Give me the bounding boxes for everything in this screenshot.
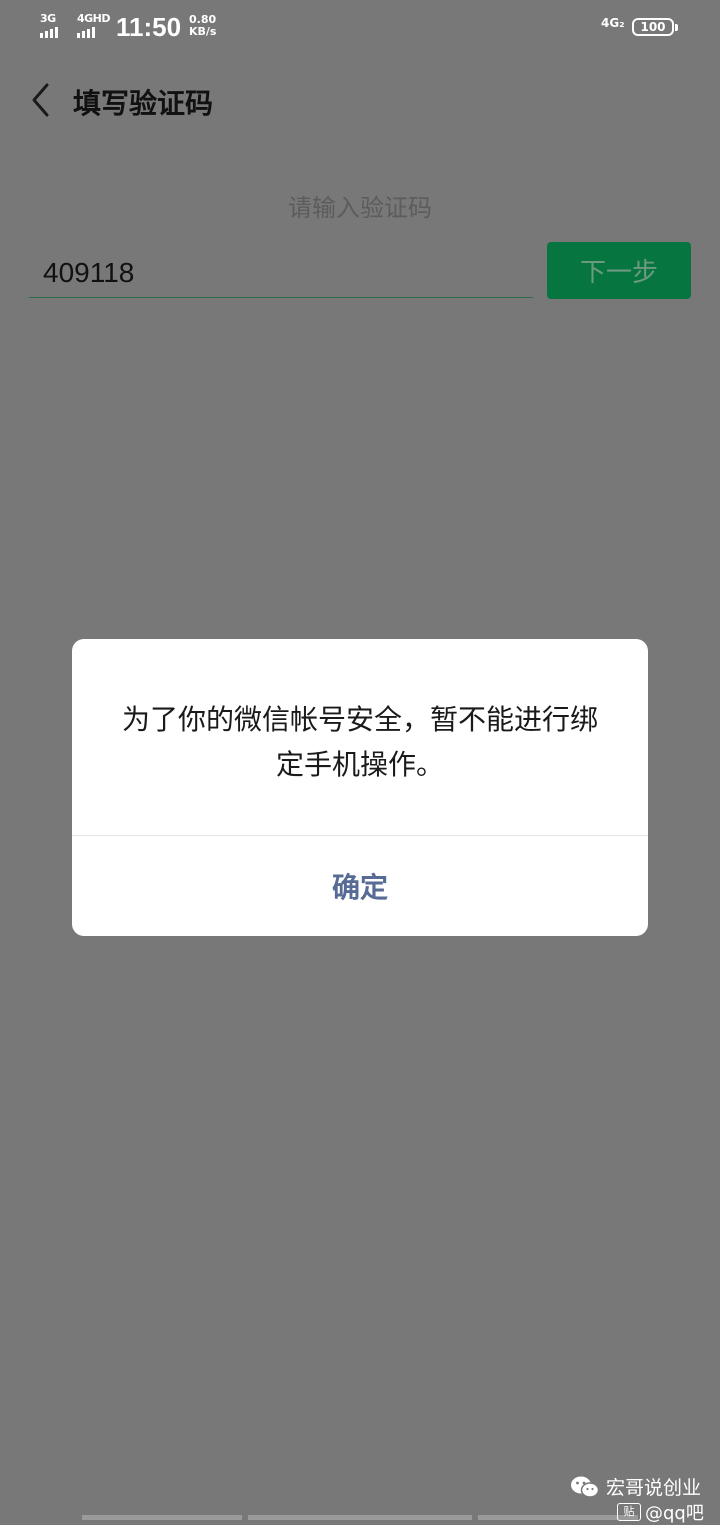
alert-dialog: 为了你的微信帐号安全，暂不能进行绑定手机操作。 确定 bbox=[72, 639, 648, 936]
tieba-icon: 贴 bbox=[617, 1503, 641, 1521]
network-type: 4G₂ bbox=[601, 16, 625, 30]
status-bar: 3G 4GHD 11:50 0.80 KB/s 4G₂ 100 bbox=[0, 0, 720, 56]
back-button[interactable] bbox=[20, 80, 60, 120]
watermark-source: 贴 @qq吧 bbox=[617, 1499, 704, 1525]
network-speed: 0.80 KB/s bbox=[189, 13, 217, 38]
wechat-icon bbox=[571, 1476, 600, 1498]
confirm-button[interactable]: 确定 bbox=[72, 836, 648, 936]
watermark-account: 宏哥说创业 bbox=[570, 1473, 701, 1500]
signal-3g-icon: 3G bbox=[40, 13, 58, 38]
code-prompt: 请输入验证码 bbox=[288, 194, 432, 222]
nav-bar-segment-left bbox=[82, 1515, 242, 1520]
battery-icon: 100 bbox=[632, 18, 678, 36]
next-step-button[interactable]: 下一步 bbox=[547, 242, 691, 299]
page-title: 填写验证码 bbox=[73, 87, 214, 120]
verification-code-input[interactable] bbox=[29, 248, 533, 298]
nav-bar-segment-center bbox=[248, 1515, 472, 1520]
signal-4g-icon: 4GHD bbox=[77, 13, 111, 38]
status-time: 11:50 bbox=[116, 12, 182, 42]
chevron-left-icon bbox=[32, 83, 49, 117]
dialog-message: 为了你的微信帐号安全，暂不能进行绑定手机操作。 bbox=[121, 703, 598, 781]
nav-bar-segment-right bbox=[478, 1515, 638, 1520]
